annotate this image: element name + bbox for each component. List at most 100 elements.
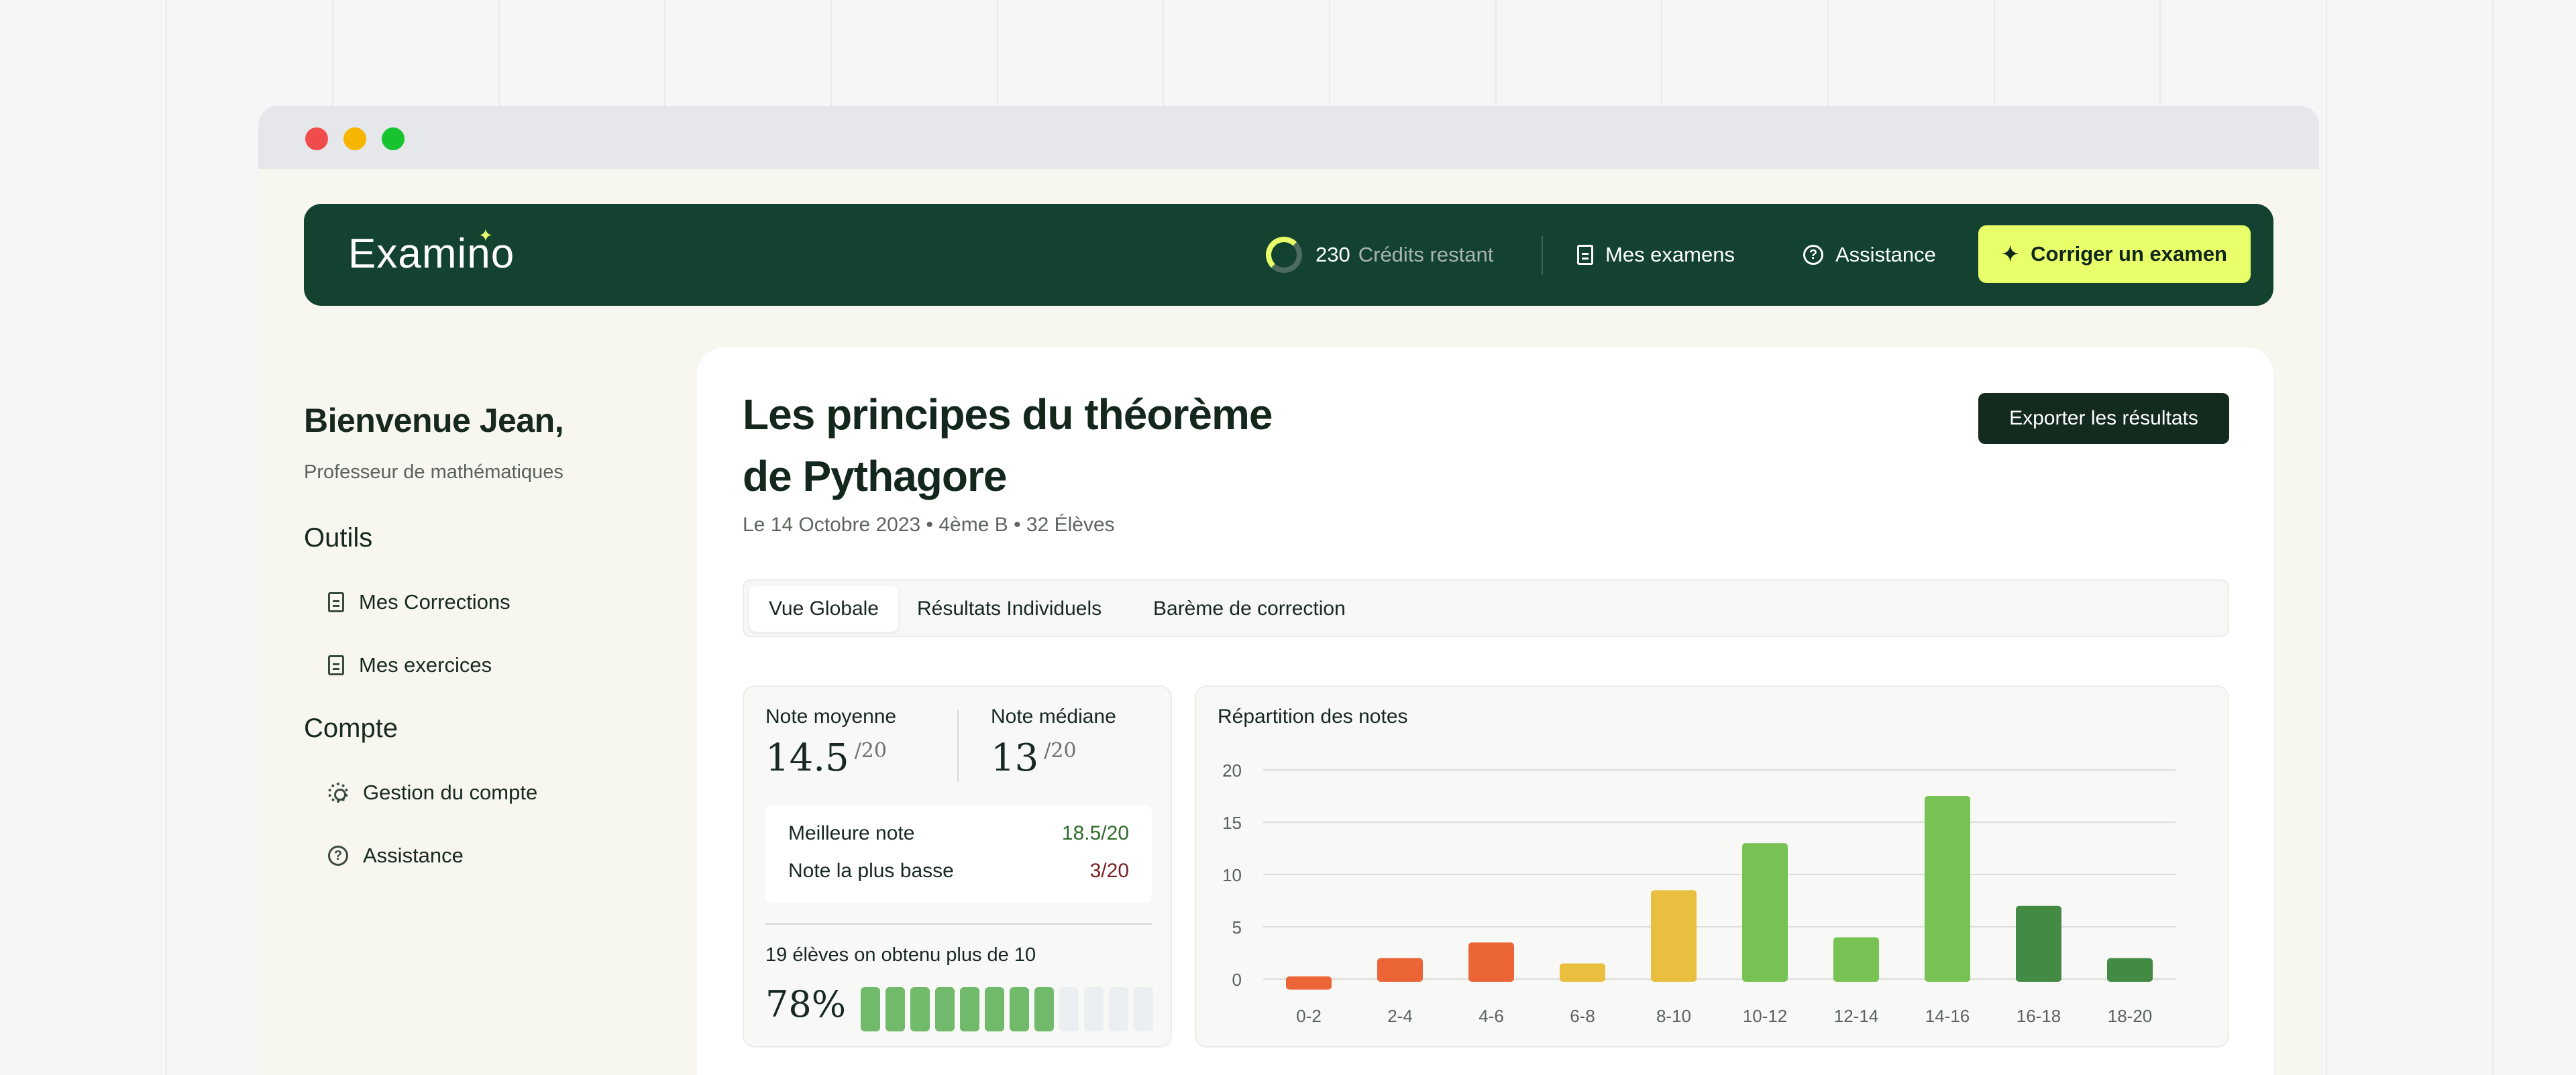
help-circle-icon: ?	[1803, 245, 1823, 265]
median-grade-suffix: /20	[1044, 739, 1077, 763]
top-navbar: Examino ✦ 230 Crédits restant Mes examen…	[304, 204, 2273, 306]
tab-individual-results[interactable]: Résultats Individuels	[917, 586, 1102, 632]
exam-results-panel: Les principes du théorème de Pythagore L…	[697, 347, 2273, 1075]
above-ten-progress-bar	[861, 987, 1153, 1031]
progress-segment	[1059, 987, 1079, 1031]
chart-bar	[1651, 890, 1697, 982]
x-tick-label: 6-8	[1570, 1006, 1595, 1026]
user-role: Professeur de mathématiques	[304, 461, 564, 483]
nav-my-exams[interactable]: Mes examens	[1577, 236, 1735, 274]
y-tick-label: 5	[1232, 917, 1242, 938]
above-ten-note: 19 élèves on obtenu plus de 10	[765, 944, 1036, 966]
stats-card: Note moyenne 14.5/20 Note médiane 13/20 …	[743, 685, 1172, 1048]
median-grade-number: 13	[991, 736, 1039, 780]
sidebar-item-account-management[interactable]: Gestion du compte	[328, 781, 537, 805]
progress-segment	[1109, 987, 1128, 1031]
extremes-box: Meilleure note 18.5/20 Note la plus bass…	[765, 805, 1152, 903]
sparkle-icon: ✦	[2001, 243, 2019, 266]
browser-window: Examino ✦ 230 Crédits restant Mes examen…	[258, 106, 2319, 1075]
mean-grade-value: 14.5/20	[765, 736, 887, 780]
mean-grade-suffix: /20	[854, 739, 887, 763]
exam-title-line-2: de Pythagore	[743, 452, 1007, 500]
progress-segment	[885, 987, 905, 1031]
chart-bar	[2016, 905, 2061, 982]
sidebar-item-assistance[interactable]: ? Assistance	[328, 844, 464, 868]
x-tick-label: 4-6	[1479, 1006, 1504, 1026]
welcome-heading: Bienvenue Jean,	[304, 402, 564, 439]
best-grade-row: Meilleure note 18.5/20	[788, 822, 1129, 845]
nav-assistance[interactable]: ? Assistance	[1803, 236, 1936, 274]
navbar-divider	[1542, 236, 1543, 275]
x-tick-label: 0-2	[1296, 1006, 1322, 1026]
chart-bar	[1833, 937, 1879, 982]
median-grade-value: 13/20	[991, 736, 1077, 780]
help-circle-icon: ?	[328, 846, 348, 866]
tab-grading-scale[interactable]: Barème de correction	[1153, 586, 1346, 632]
chart-bar	[1560, 963, 1605, 982]
progress-segment	[935, 987, 955, 1031]
window-titlebar	[258, 106, 2319, 169]
tools-section-title: Outils	[304, 523, 373, 553]
sidebar-item-label: Assistance	[363, 844, 464, 867]
chart-bar	[2107, 958, 2153, 982]
chart-bar	[1286, 976, 1332, 990]
x-tick-label: 18-20	[2108, 1006, 2153, 1026]
chart-bar	[1925, 796, 1970, 982]
mean-grade-number: 14.5	[765, 736, 849, 780]
lowest-grade-label: Note la plus basse	[788, 860, 954, 882]
sidebar-item-label: Mes exercices	[359, 653, 492, 677]
y-tick-label: 0	[1232, 970, 1242, 990]
gear-icon	[328, 783, 348, 803]
lowest-grade-row: Note la plus basse 3/20	[788, 860, 1129, 883]
mean-grade-label: Note moyenne	[765, 705, 897, 728]
exam-title: Les principes du théorème de Pythagore	[743, 384, 1346, 507]
x-tick-label: 10-12	[1743, 1006, 1788, 1026]
progress-segment	[1010, 987, 1029, 1031]
credits-progress-ring-icon	[1266, 237, 1302, 273]
credits-count: 230	[1316, 243, 1350, 266]
chart-bar	[1377, 958, 1423, 982]
progress-segment	[861, 987, 880, 1031]
best-grade-value: 18.5/20	[1061, 822, 1129, 844]
y-tick-label: 10	[1222, 865, 1242, 885]
grade-exam-button[interactable]: ✦ Corriger un examen	[1978, 225, 2251, 283]
sidebar: Bienvenue Jean, Professeur de mathématiq…	[304, 401, 653, 867]
progress-segment	[985, 987, 1004, 1031]
grade-distribution-chart: 20 15 10 5 0 0-2 2-4 4-6 6-8 8-10 10-12 12-14 14-16 1…	[1222, 760, 2176, 1026]
lowest-grade-value: 3/20	[1089, 860, 1129, 882]
x-tick-label: 8-10	[1656, 1006, 1691, 1026]
chart-bar	[1742, 843, 1788, 982]
x-tick-label: 2-4	[1387, 1006, 1413, 1026]
sidebar-item-my-exercises[interactable]: Mes exercices	[328, 653, 492, 677]
tab-global-view[interactable]: Vue Globale	[749, 586, 898, 632]
results-tabs: Vue Globale Résultats Individuels Barème…	[743, 579, 2229, 637]
median-grade-label: Note médiane	[991, 705, 1116, 728]
document-icon	[328, 655, 344, 675]
above-ten-percent: 78%	[765, 983, 847, 1025]
export-results-button[interactable]: Exporter les résultats	[1978, 393, 2229, 444]
y-tick-label: 15	[1222, 813, 1242, 833]
credits-indicator: 230 Crédits restant	[1266, 236, 1493, 274]
document-icon	[1577, 245, 1593, 265]
credits-label: Crédits restant	[1358, 243, 1494, 266]
progress-segment	[960, 987, 979, 1031]
exam-title-line-1: Les principes du théorème	[743, 390, 1273, 439]
sidebar-item-label: Mes Corrections	[359, 590, 511, 614]
x-tick-label: 12-14	[1834, 1006, 1879, 1026]
close-window-button[interactable]	[305, 127, 328, 150]
x-tick-label: 14-16	[1925, 1006, 1970, 1026]
logo-sparkle-icon: ✦	[478, 225, 493, 245]
progress-segment	[1134, 987, 1153, 1031]
best-grade-label: Meilleure note	[788, 822, 915, 844]
progress-segment	[1034, 987, 1054, 1031]
grade-exam-label: Corriger un examen	[2031, 242, 2227, 266]
grade-distribution-card: Répartition des notes 20 15 10 5 0 0-2 2-4 4-6 6…	[1195, 685, 2229, 1048]
x-tick-label: 16-18	[2017, 1006, 2061, 1026]
nav-my-exams-label: Mes examens	[1605, 243, 1735, 266]
maximize-window-button[interactable]	[382, 127, 405, 150]
chart-bar	[1468, 942, 1514, 982]
progress-segment	[910, 987, 930, 1031]
minimize-window-button[interactable]	[343, 127, 366, 150]
stats-divider-line	[765, 923, 1152, 925]
sidebar-item-my-corrections[interactable]: Mes Corrections	[328, 590, 511, 614]
